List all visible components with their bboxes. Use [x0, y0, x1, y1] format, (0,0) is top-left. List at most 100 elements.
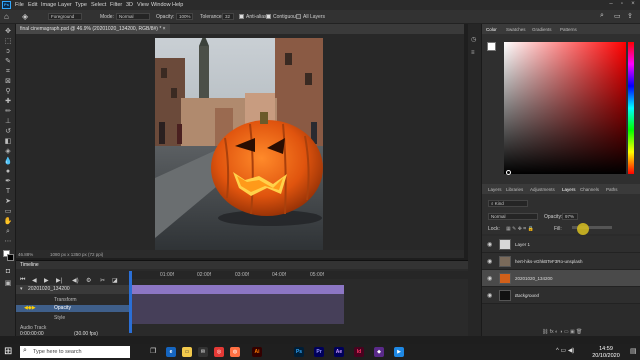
- task-view-icon[interactable]: ❐: [150, 347, 156, 355]
- tab-color[interactable]: Color: [486, 27, 497, 32]
- lasso-tool-icon[interactable]: ↄ: [3, 48, 13, 56]
- crop-tool-icon[interactable]: ⌗: [3, 68, 13, 76]
- history-brush-tool-icon[interactable]: ↺: [3, 128, 13, 136]
- more-tools-icon[interactable]: ⋯: [3, 238, 13, 246]
- firefox-icon[interactable]: ◍: [230, 347, 240, 357]
- premiere-app-icon[interactable]: Pr: [314, 347, 324, 357]
- eyedropper-tool-icon[interactable]: ⚲: [3, 88, 13, 96]
- prop-transform[interactable]: Transform: [54, 298, 77, 303]
- tab-libraries[interactable]: Libraries: [506, 187, 523, 192]
- clock-date[interactable]: 20/10/2020: [586, 353, 626, 359]
- menu-layer[interactable]: Layer: [58, 2, 72, 8]
- clock-time[interactable]: 14:59: [590, 346, 622, 352]
- paint-bucket-tool-icon[interactable]: ◈: [3, 148, 13, 156]
- menu-edit[interactable]: Edit: [28, 2, 37, 8]
- zoom-level[interactable]: 46.88%: [18, 252, 33, 257]
- indesign-app-icon[interactable]: Id: [354, 347, 364, 357]
- tab-close-icon[interactable]: ×: [163, 26, 166, 32]
- settings-icon[interactable]: ⚙: [86, 277, 91, 284]
- collapse-icon[interactable]: ▾: [20, 287, 23, 292]
- tab-patterns[interactable]: Patterns: [560, 27, 577, 32]
- chrome-icon[interactable]: ◎: [214, 347, 224, 357]
- eraser-tool-icon[interactable]: ◧: [3, 138, 13, 146]
- layer-row[interactable]: ◉ hert-hiks-vGhkBTeF3Ro-unsplash: [482, 253, 640, 270]
- properties-icon[interactable]: ≡: [471, 50, 475, 56]
- prop-opacity-row[interactable]: ◀◆▶ Opacity: [16, 305, 129, 312]
- layer-opacity-input[interactable]: 97%: [562, 213, 578, 220]
- contiguous-checkbox[interactable]: [266, 14, 271, 19]
- taskbar-search-box[interactable]: ⌕ Type here to search: [20, 346, 130, 358]
- tab-layers[interactable]: Layers: [562, 187, 576, 192]
- photoshop-app-icon[interactable]: Ps: [294, 347, 304, 357]
- tab-swatches[interactable]: Swatches: [506, 27, 526, 32]
- lock-icons[interactable]: ▦ ✎ ✥ ⌗ 🔒: [506, 227, 534, 232]
- all-layers-checkbox[interactable]: [296, 14, 301, 19]
- tolerance-input[interactable]: 32: [222, 13, 234, 20]
- audio-icon[interactable]: ◀): [72, 277, 79, 284]
- prop-style[interactable]: Style: [54, 316, 65, 321]
- play-icon[interactable]: ▶: [44, 277, 49, 284]
- fill-source-select[interactable]: Foreground: [48, 13, 82, 20]
- app-icon[interactable]: ▶: [394, 347, 404, 357]
- edge-icon[interactable]: e: [166, 347, 176, 357]
- menu-help[interactable]: Help: [172, 2, 183, 8]
- transition-icon[interactable]: ◪: [112, 277, 118, 284]
- canvas-image[interactable]: [155, 38, 323, 250]
- tab-layers-comps[interactable]: Layers: [488, 187, 502, 192]
- keyframe-nav-icon[interactable]: ◀◆▶: [24, 306, 36, 311]
- first-frame-icon[interactable]: ⏮: [20, 277, 25, 284]
- after-effects-app-icon[interactable]: Ae: [334, 347, 344, 357]
- type-tool-icon[interactable]: T: [3, 188, 13, 196]
- layer-actions-icons[interactable]: ⛓ fx ◐ ◑ ▭ ▣ 🗑: [542, 330, 582, 335]
- track-header[interactable]: ▾ 20201020_134200: [16, 285, 129, 294]
- path-select-tool-icon[interactable]: ➤: [3, 198, 13, 206]
- marquee-tool-icon[interactable]: ⬚: [3, 38, 13, 46]
- frame-tool-icon[interactable]: ⊠: [3, 78, 13, 86]
- document-tab[interactable]: final cinemagraph.psd @ 46.9% (20201020_…: [16, 24, 170, 34]
- background-color-swatch[interactable]: [7, 254, 14, 261]
- screen-mode-icon[interactable]: ▣: [3, 280, 13, 288]
- timeline-title[interactable]: Timeline: [20, 263, 39, 268]
- home-icon[interactable]: ⌂: [4, 12, 9, 21]
- file-explorer-icon[interactable]: ▭: [182, 347, 192, 357]
- blend-mode-select[interactable]: Normal: [488, 213, 538, 220]
- hand-tool-icon[interactable]: ✋: [3, 218, 13, 226]
- layer-row[interactable]: ◉ 20201020_134200: [482, 270, 640, 287]
- close-icon[interactable]: ×: [628, 1, 638, 9]
- minimize-icon[interactable]: –: [606, 1, 616, 9]
- menu-type[interactable]: Type: [75, 2, 87, 8]
- mode-select[interactable]: Normal: [116, 13, 150, 20]
- anti-alias-checkbox[interactable]: [239, 14, 244, 19]
- menu-select[interactable]: Select: [91, 2, 106, 8]
- menu-window[interactable]: Window: [151, 2, 171, 8]
- system-tray-icons[interactable]: ^ ▭ ◀): [556, 347, 574, 354]
- visibility-eye-icon[interactable]: ◉: [487, 258, 492, 265]
- tab-paths[interactable]: Paths: [606, 187, 618, 192]
- menu-filter[interactable]: Filter: [110, 2, 122, 8]
- fg-color-chip[interactable]: [487, 42, 496, 51]
- menu-image[interactable]: Image: [41, 2, 56, 8]
- layer-row[interactable]: ◉ Background: [482, 287, 640, 304]
- opacity-input[interactable]: 100%: [176, 13, 193, 20]
- paint-bucket-icon[interactable]: ◈: [22, 12, 28, 21]
- mail-icon[interactable]: ✉: [198, 347, 208, 357]
- pen-tool-icon[interactable]: ✒: [3, 178, 13, 186]
- next-frame-icon[interactable]: ▶|: [56, 277, 62, 284]
- tab-gradients[interactable]: Gradients: [532, 27, 552, 32]
- brush-tool-icon[interactable]: ✏: [3, 108, 13, 116]
- healing-brush-tool-icon[interactable]: ✚: [3, 98, 13, 106]
- quick-mask-icon[interactable]: ◘: [3, 268, 13, 276]
- windows-start-icon[interactable]: ⊞: [4, 346, 12, 357]
- clone-stamp-tool-icon[interactable]: ⊥: [3, 118, 13, 126]
- tab-adjustments[interactable]: Adjustments: [530, 187, 555, 192]
- illustrator-app-icon[interactable]: Ai: [252, 347, 262, 357]
- history-icon[interactable]: ◷: [471, 36, 476, 43]
- visibility-eye-icon[interactable]: ◉: [487, 241, 492, 248]
- visibility-eye-icon[interactable]: ◉: [487, 275, 492, 282]
- workspace-icon[interactable]: ▭: [614, 12, 621, 20]
- menu-view[interactable]: View: [137, 2, 149, 8]
- dodge-tool-icon[interactable]: ●: [3, 168, 13, 176]
- tab-channels[interactable]: Channels: [580, 187, 599, 192]
- maximize-icon[interactable]: ▫: [617, 1, 627, 9]
- timeline-ruler[interactable]: 01:00f 02:00f 03:00f 04:00f 05:00f: [129, 271, 468, 279]
